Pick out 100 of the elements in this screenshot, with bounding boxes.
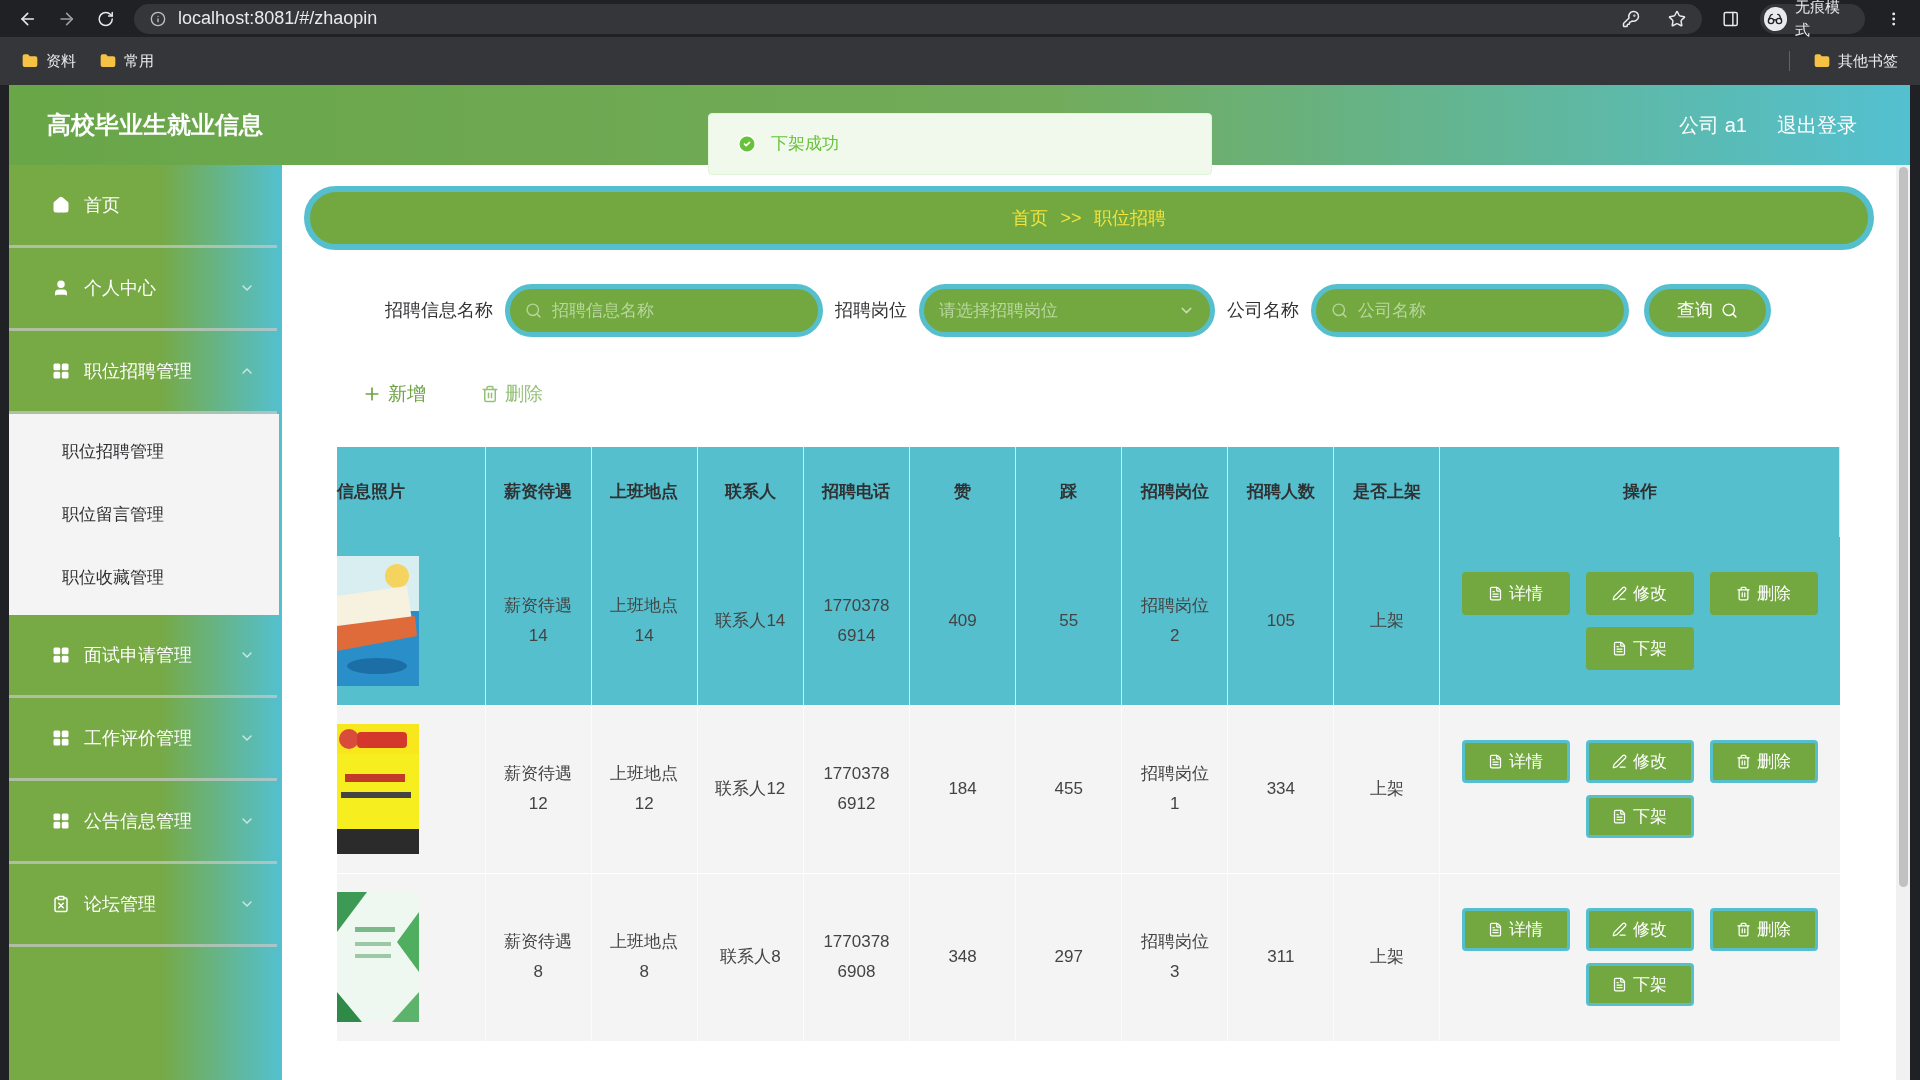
toast-message: 下架成功 [708, 113, 1212, 175]
trash-icon [1736, 754, 1752, 769]
home-icon [52, 196, 70, 214]
logout-link[interactable]: 退出登录 [1777, 110, 1857, 140]
search-field[interactable]: 招聘信息名称 [505, 284, 823, 337]
table-cell: 348 [909, 873, 1016, 1041]
table-cell: 455 [1015, 705, 1122, 873]
submenu-item[interactable]: 职位招聘管理 [9, 420, 279, 483]
star-icon[interactable] [1668, 9, 1687, 28]
query-button[interactable]: 查询 [1644, 284, 1771, 337]
table-cell: 招聘岗位2 [1121, 537, 1228, 705]
bookmark[interactable]: 其他书签 [1814, 49, 1898, 73]
breadcrumb-link[interactable]: 首页 [1012, 204, 1049, 232]
pencil-icon [1612, 922, 1628, 937]
row-action-button[interactable]: 删除 [1710, 571, 1818, 615]
table-cell: 55 [1015, 537, 1122, 705]
select-input[interactable]: 请选择招聘岗位 [939, 297, 1168, 324]
row-action-button[interactable]: 修改 [1586, 908, 1694, 951]
check-icon [737, 134, 757, 154]
breadcrumb-separator: >> [1060, 206, 1082, 230]
table-cell: 联系人14 [697, 537, 804, 705]
submenu-item[interactable]: 职位留言管理 [9, 483, 279, 546]
document-icon [1488, 922, 1504, 937]
sidebar-item[interactable]: 面试申请管理 [9, 615, 277, 698]
search-icon [1721, 302, 1738, 319]
user-icon [52, 279, 70, 297]
table-cell: 17703786914 [803, 537, 910, 705]
search-icon [1331, 302, 1348, 319]
grid-icon [52, 812, 70, 830]
bookmark[interactable]: 常用 [100, 49, 154, 73]
select-field[interactable]: 请选择招聘岗位 [919, 284, 1215, 337]
row-action-button[interactable]: 删除 [1710, 908, 1818, 951]
key-icon[interactable] [1622, 9, 1641, 28]
field-label: 招聘信息名称 [385, 299, 493, 322]
row-action-button[interactable]: 下架 [1586, 963, 1694, 1006]
document-icon [1488, 585, 1504, 601]
table-cell: 334 [1227, 705, 1334, 873]
sidebar-item[interactable]: 公告信息管理 [9, 781, 277, 864]
reload-icon[interactable] [96, 9, 115, 28]
row-action-button[interactable]: 详情 [1462, 571, 1570, 615]
trash-icon [1736, 585, 1752, 601]
sidebar-item[interactable]: 论坛管理 [9, 864, 277, 947]
row-action-button[interactable]: 修改 [1586, 571, 1694, 615]
user-name: 公司 a1 [1679, 113, 1747, 138]
delete-button[interactable]: 删除 [481, 379, 543, 409]
table-cell: 薪资待遇12 [485, 705, 592, 873]
text-input[interactable]: 公司名称 [1358, 297, 1609, 324]
table-cell: 薪资待遇8 [485, 873, 592, 1041]
clipboard-icon [52, 895, 70, 913]
pencil-icon [1612, 754, 1628, 769]
scrollbar[interactable] [1896, 165, 1910, 1080]
info-icon [150, 10, 167, 27]
table-cell: 招聘岗位1 [1121, 705, 1228, 873]
folder-icon [1814, 53, 1830, 69]
sidebar-item[interactable]: 个人中心 [9, 248, 277, 331]
trash-icon [1736, 922, 1752, 937]
table-cell: 409 [909, 537, 1016, 705]
address-bar[interactable]: localhost:8081/#/zhaopin [134, 3, 1703, 34]
submenu-item[interactable]: 职位收藏管理 [9, 546, 279, 609]
row-action-button[interactable]: 修改 [1586, 740, 1694, 783]
breadcrumb-link[interactable]: 职位招聘 [1093, 204, 1166, 232]
trash-icon [481, 385, 499, 403]
document-icon [1612, 809, 1628, 824]
add-button[interactable]: 新增 [362, 379, 426, 409]
incognito-icon [1763, 6, 1787, 31]
row-action-button[interactable]: 下架 [1586, 795, 1694, 838]
row-action-button[interactable]: 下架 [1586, 626, 1694, 670]
table-cell: 上架 [1333, 537, 1440, 705]
table-cell: 薪资待遇14 [485, 537, 592, 705]
folder-icon [22, 53, 38, 69]
app-title: 高校毕业生就业信息 [47, 110, 263, 140]
table-cell: 上架 [1333, 705, 1440, 873]
row-action-button[interactable]: 删除 [1710, 740, 1818, 783]
table-cell: 联系人12 [697, 705, 804, 873]
table-cell: 上班地点8 [591, 873, 698, 1041]
table-cell: 上架 [1333, 873, 1440, 1041]
field-label: 公司名称 [1227, 299, 1299, 322]
table-cell: 105 [1227, 537, 1334, 705]
field-label: 招聘岗位 [835, 299, 907, 322]
table-row[interactable]: 薪资待遇12 上班地点12 联系人12 17703786912 184 455 招聘岗位1 334 上架 详情 修改 删除 下架 [337, 705, 1840, 873]
side-panel-icon[interactable] [1722, 9, 1740, 28]
table-cell: 招聘岗位3 [1121, 873, 1228, 1041]
sidebar-item[interactable]: 工作评价管理 [9, 698, 277, 781]
grid-icon [52, 646, 70, 664]
row-action-button[interactable]: 详情 [1462, 740, 1570, 783]
document-icon [1612, 977, 1628, 992]
grid-icon [52, 729, 70, 747]
table-cell: 上班地点12 [591, 705, 698, 873]
table-cell: 17703786912 [803, 705, 910, 873]
row-action-button[interactable]: 详情 [1462, 908, 1570, 951]
table-cell: 上班地点14 [591, 537, 698, 705]
bookmark[interactable]: 资料 [22, 49, 76, 73]
search-field[interactable]: 公司名称 [1311, 284, 1629, 337]
text-input[interactable]: 招聘信息名称 [552, 297, 803, 324]
table-row[interactable]: 薪资待遇8 上班地点8 联系人8 17703786908 348 297 招聘岗位3 311 上架 详情 修改 删除 下架 [337, 873, 1840, 1041]
table-cell: 联系人8 [697, 873, 804, 1041]
sidebar-item[interactable]: 首页 [9, 165, 277, 248]
table-cell: 184 [909, 705, 1016, 873]
url-text: localhost:8081/#/zhaopin [178, 7, 378, 30]
table-row[interactable]: 薪资待遇14 上班地点14 联系人14 17703786914 409 55 招聘岗位2 105 上架 详情 修改 删除 下架 [337, 537, 1840, 705]
